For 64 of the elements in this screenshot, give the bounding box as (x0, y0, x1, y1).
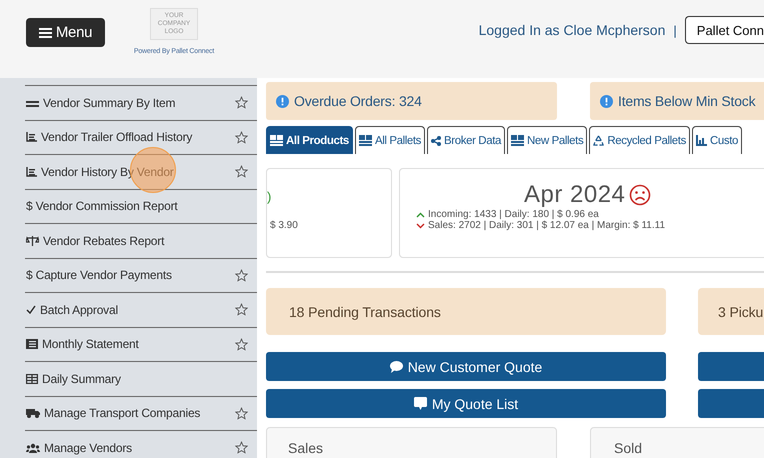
statement-icon (26, 339, 38, 350)
menu-icon (38, 26, 52, 38)
sidebar-item[interactable]: Manage Transport Companies (25, 396, 257, 430)
star-icon[interactable] (235, 268, 248, 282)
table-icon (26, 374, 38, 384)
notice-text: 18 Pending Transactions (289, 304, 441, 320)
my-quote-list-button[interactable]: My Quote List (266, 389, 666, 418)
users-icon (26, 442, 40, 453)
pallet-icon (270, 135, 283, 146)
down-chevron-icon (416, 222, 425, 228)
incoming-stats-text: Incoming: 1433 | Daily: 180 | $ 0.96 ea (428, 209, 599, 220)
star-icon[interactable] (235, 406, 248, 420)
info-icon (600, 94, 613, 108)
tab[interactable]: All Pallets (354, 126, 426, 154)
pallet-icon (358, 135, 372, 146)
sidebar-item[interactable]: Manage Vendors (25, 430, 257, 458)
star-icon[interactable] (235, 96, 248, 110)
list-chart-icon (26, 132, 37, 142)
sidebar-item[interactable]: $ Capture Vendor Payments (25, 258, 257, 292)
alert-text: Items Below Min Stock (618, 93, 756, 109)
list-chart-icon (26, 166, 37, 177)
sidebar-item[interactable]: Vendor Trailer Offload History (25, 120, 257, 154)
tab[interactable]: All Products (266, 126, 353, 154)
pallet-icon (511, 135, 524, 146)
new-customer-quote-button[interactable]: New Customer Quote (266, 352, 666, 381)
bar-chart-icon (696, 135, 707, 146)
sales-stats-text: Sales: 2702 | Daily: 301 | $ 12.07 ea | Margin: $ 11.11 (428, 220, 666, 231)
check-icon (26, 305, 36, 314)
sidebar-item[interactable]: Monthly Statement (25, 326, 257, 361)
notice-text: 3 Picku (718, 304, 764, 320)
info-icon (276, 94, 289, 108)
panel-title: Sold (614, 440, 642, 456)
sad-face-icon (629, 184, 652, 206)
sidebar-item[interactable]: Vendor Summary By Item (25, 85, 257, 120)
sidebar-item[interactable]: Vendor Rebates Report (25, 223, 257, 258)
star-icon[interactable] (235, 338, 248, 351)
comment-icon (414, 397, 427, 410)
recycle-icon (593, 135, 604, 146)
star-icon[interactable] (235, 441, 248, 454)
up-chevron-icon (416, 212, 425, 218)
logged-in-user-link[interactable]: Logged In as Cloe Mcpherson (478, 22, 666, 38)
menu-button[interactable]: Menu (26, 18, 105, 47)
alert-text: Overdue Orders: 324 (294, 93, 422, 109)
tab[interactable]: Recycled Pallets (589, 126, 690, 154)
tab[interactable]: New Pallets (507, 126, 588, 154)
app-button[interactable]: Pallet Conn (684, 16, 764, 44)
sidebar-item[interactable]: Batch Approval (25, 292, 257, 326)
sidebar-item[interactable]: Daily Summary (25, 361, 257, 396)
star-icon[interactable] (235, 165, 248, 178)
separator-text: | (673, 22, 677, 38)
share-icon (431, 136, 442, 146)
chat-bubble-icon (390, 360, 403, 372)
star-icon[interactable] (235, 130, 248, 144)
month-title: Apr 2024 (524, 181, 626, 209)
tab[interactable]: Broker Data (427, 126, 505, 154)
scale-icon (26, 236, 39, 246)
sidebar-item[interactable]: $ Vendor Commission Report (25, 188, 257, 223)
trend-text: ) (267, 189, 272, 204)
star-icon[interactable] (235, 303, 248, 316)
panel-title: Sales (288, 440, 324, 456)
tab[interactable]: Custo (692, 126, 742, 154)
stat-value: $ 3.90 (269, 220, 299, 231)
ruler-icon (26, 98, 39, 107)
truck-icon (26, 408, 40, 418)
